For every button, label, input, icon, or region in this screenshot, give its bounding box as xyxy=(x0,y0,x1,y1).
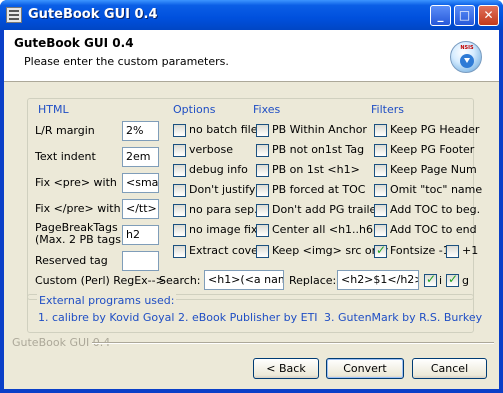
keep-pg-header-checkbox[interactable] xyxy=(374,124,387,137)
installer-logo-icon: NSIS xyxy=(450,41,482,73)
replace-label: Replace: xyxy=(289,274,337,287)
html-heading: HTML xyxy=(38,103,69,116)
lr-margin-label: L/R margin xyxy=(35,124,95,137)
pb-within-anchor-label: PB Within Anchor xyxy=(272,123,367,136)
fontsize-minus-checkbox[interactable] xyxy=(374,243,387,258)
keep-img-src-only-checkbox[interactable] xyxy=(256,245,269,258)
pb-forced-at-toc-label: PB forced at TOC xyxy=(272,183,366,196)
debug-info-label: debug info xyxy=(189,163,248,176)
extract-cover-label: Extract cover xyxy=(189,244,263,257)
fix-pre-open-input[interactable]: <small xyxy=(122,173,159,193)
search-label: Search: xyxy=(159,274,201,287)
keep-pg-footer-checkbox[interactable] xyxy=(374,144,387,157)
pb-on-first-h1-label: PB on 1st <h1> xyxy=(272,163,360,176)
regex-search-input[interactable]: <h1>(<a nam xyxy=(204,270,284,290)
cancel-button[interactable]: Cancel xyxy=(412,358,487,379)
lr-margin-input[interactable]: 2% xyxy=(122,121,159,141)
logo-text: NSIS xyxy=(460,45,474,51)
pb-on-first-h1-checkbox[interactable] xyxy=(256,164,269,177)
minimize-button[interactable]: _ xyxy=(430,5,451,26)
no-image-fix-label: no image fix xyxy=(189,223,258,236)
options-heading: Options xyxy=(173,103,216,116)
calibre-link[interactable]: 1. calibre by Kovid Goyal xyxy=(38,311,174,324)
title-bar[interactable]: GuteBook GUI 0.4 _ □ ✕ xyxy=(0,0,503,30)
ebook-publisher-link[interactable]: 2. eBook Publisher by ETI xyxy=(178,311,318,324)
omit-toc-name-checkbox[interactable] xyxy=(374,184,387,197)
header-title: GuteBook GUI 0.4 xyxy=(14,36,134,50)
add-toc-to-end-label: Add TOC to end xyxy=(390,223,477,236)
no-para-sep-label: no para sep. xyxy=(189,203,258,216)
regex-flag-g-checkbox[interactable] xyxy=(446,272,459,287)
center-all-headings-label: Center all <h1..h6> xyxy=(272,223,383,236)
keep-page-num-checkbox[interactable] xyxy=(374,164,387,177)
fix-pre-close-label: Fix </pre> with xyxy=(35,202,121,215)
add-toc-to-end-checkbox[interactable] xyxy=(374,224,387,237)
dont-add-pg-trailer-checkbox[interactable] xyxy=(256,204,269,217)
extract-cover-checkbox[interactable] xyxy=(173,245,186,258)
pb-within-anchor-checkbox[interactable] xyxy=(256,124,269,137)
keep-pg-header-label: Keep PG Header xyxy=(390,123,480,136)
gutenmark-link[interactable]: 3. GutenMark by R.S. Burkey xyxy=(324,311,482,324)
pagebreak-label-line2: (Max. 2 PB tags) xyxy=(35,233,126,246)
close-button[interactable]: ✕ xyxy=(478,5,499,26)
debug-info-checkbox[interactable] xyxy=(173,164,186,177)
convert-button[interactable]: Convert xyxy=(326,358,404,379)
parameters-panel: HTML L/R margin 2% Text indent 2em Fix <… xyxy=(27,98,482,300)
fix-pre-close-input[interactable]: </tt> xyxy=(122,199,159,219)
maximize-button[interactable]: □ xyxy=(454,5,475,26)
no-batch-file-checkbox[interactable] xyxy=(173,124,186,137)
dialog-client: GuteBook GUI 0.4 Please enter the custom… xyxy=(4,30,499,389)
dont-justify-checkbox[interactable] xyxy=(173,184,186,197)
no-para-sep-checkbox[interactable] xyxy=(173,204,186,217)
window-title: GuteBook GUI 0.4 xyxy=(28,7,158,22)
fontsize-plus-checkbox[interactable] xyxy=(446,245,459,258)
dialog-header: GuteBook GUI 0.4 Please enter the custom… xyxy=(4,30,499,82)
filters-heading: Filters xyxy=(371,103,404,116)
add-toc-to-beg-checkbox[interactable] xyxy=(374,204,387,217)
regex-replace-input[interactable]: <h2>$1</h2> xyxy=(337,270,419,290)
pagebreak-input[interactable]: h2 xyxy=(122,225,159,245)
pb-not-on-first-tag-label: PB not on1st Tag xyxy=(272,143,365,156)
omit-toc-name-label: Omit "toc" name xyxy=(390,183,483,196)
center-all-headings-checkbox[interactable] xyxy=(256,224,269,237)
installer-window: GuteBook GUI 0.4 _ □ ✕ GuteBook GUI 0.4 … xyxy=(0,0,503,393)
no-image-fix-checkbox[interactable] xyxy=(173,224,186,237)
pb-not-on-first-tag-checkbox[interactable] xyxy=(256,144,269,157)
fix-pre-open-label: Fix <pre> with xyxy=(35,176,117,189)
regex-flag-g-label: g xyxy=(462,274,469,287)
external-programs-title: External programs used: xyxy=(37,294,177,307)
dont-justify-label: Don't justify xyxy=(189,183,256,196)
regex-flag-i-checkbox[interactable] xyxy=(424,272,437,287)
dont-add-pg-trailer-label: Don't add PG trailer xyxy=(272,203,381,216)
verbose-label: verbose xyxy=(189,143,234,156)
regex-flag-i-label: i xyxy=(439,274,443,287)
keep-pg-footer-label: Keep PG Footer xyxy=(390,143,475,156)
back-button[interactable]: < Back xyxy=(253,358,319,379)
keep-img-src-only-label: Keep <img> src only xyxy=(272,244,389,257)
pb-forced-at-toc-checkbox[interactable] xyxy=(256,184,269,197)
fontsize-minus-label: Fontsize -1 xyxy=(390,244,450,257)
keep-page-num-label: Keep Page Num xyxy=(390,163,477,176)
download-arrow-icon xyxy=(460,54,474,68)
text-indent-label: Text indent xyxy=(35,150,96,163)
regex-label: Custom (Perl) RegEx--> xyxy=(35,274,165,287)
separator-line xyxy=(92,342,494,344)
reserved-tag-input[interactable] xyxy=(122,251,159,271)
fontsize-plus-label: +1 xyxy=(462,244,479,257)
app-icon xyxy=(6,7,22,23)
reserved-tag-label: Reserved tag xyxy=(35,254,108,267)
fixes-heading: Fixes xyxy=(253,103,281,116)
add-toc-to-beg-label: Add TOC to beg. xyxy=(390,203,481,216)
verbose-checkbox[interactable] xyxy=(173,144,186,157)
external-programs-group: External programs used: 1. calibre by Ko… xyxy=(27,294,482,333)
header-subtitle: Please enter the custom parameters. xyxy=(24,55,229,68)
no-batch-file-label: no batch file xyxy=(189,123,258,136)
text-indent-input[interactable]: 2em xyxy=(122,147,159,167)
